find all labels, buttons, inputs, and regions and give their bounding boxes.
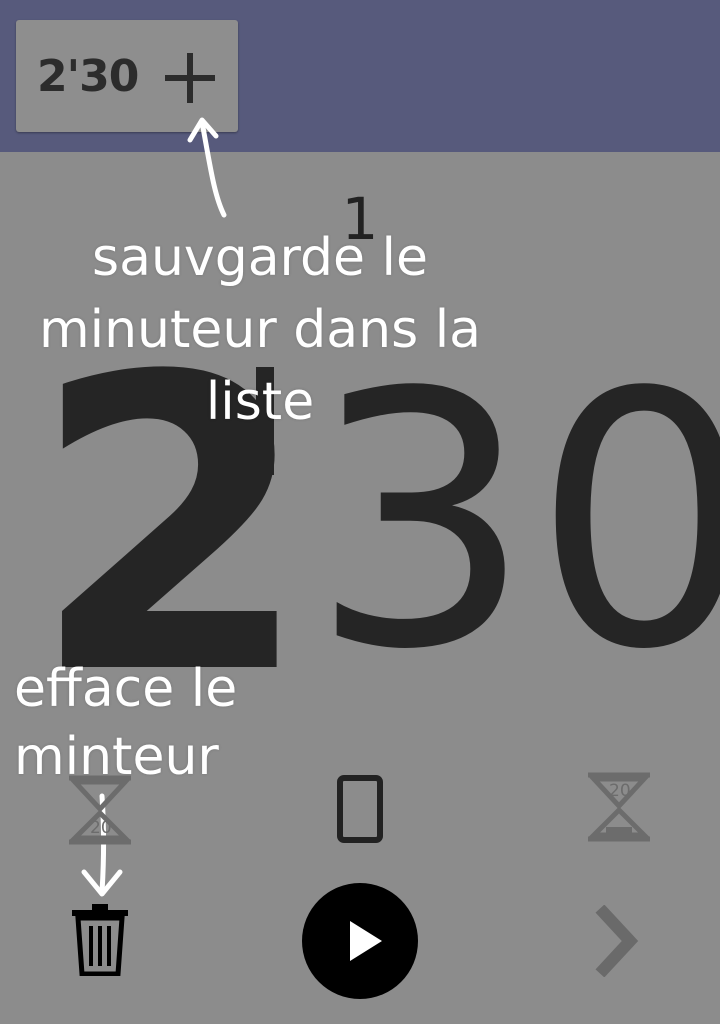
save-annotation: sauvgarde le minuteur dans la liste: [38, 228, 482, 432]
annotation-arrow-up-icon: [187, 117, 227, 218]
delete-annotation: efface le minteur: [14, 659, 238, 787]
play-icon: [350, 921, 382, 961]
add-icon[interactable]: [165, 53, 215, 103]
hourglass-right-number: 20: [609, 781, 631, 801]
play-button[interactable]: [302, 883, 418, 999]
hourglass-right-icon[interactable]: 20: [584, 772, 654, 842]
hourglass-left-icon[interactable]: 20: [65, 775, 135, 845]
saved-timer-label: 2'30: [37, 50, 139, 102]
trash-icon[interactable]: [72, 904, 128, 976]
chevron-right-icon[interactable]: [594, 905, 642, 977]
hourglass-left-number: 20: [90, 818, 112, 838]
phone-icon[interactable]: [336, 775, 384, 843]
